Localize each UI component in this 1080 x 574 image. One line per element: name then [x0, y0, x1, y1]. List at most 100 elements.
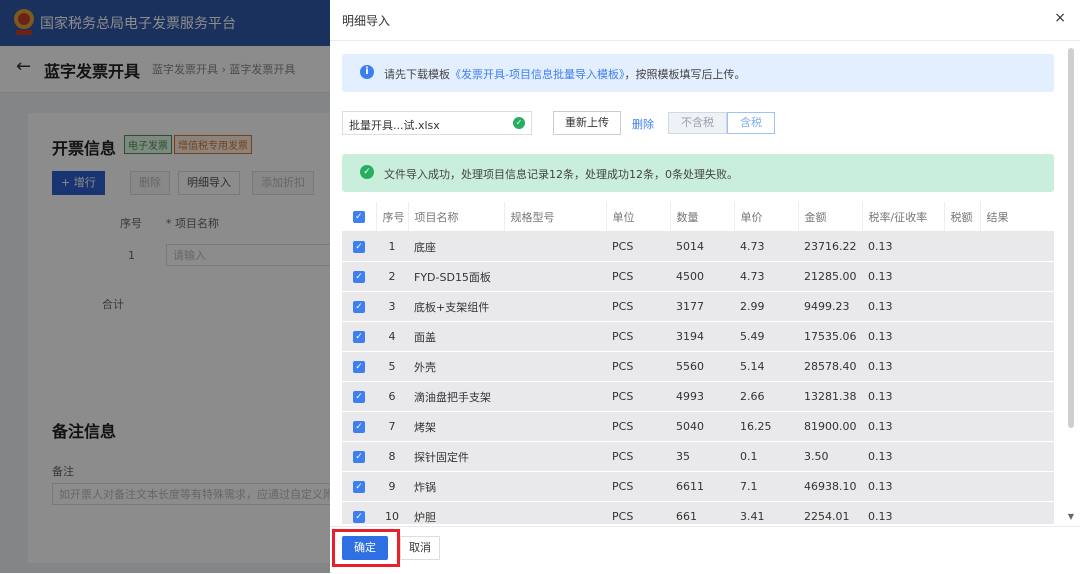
- row-checkbox[interactable]: ✓: [342, 291, 376, 322]
- cell-price: 3.41: [734, 501, 798, 524]
- tax-mode-toggle: 不含税 含税: [668, 112, 775, 134]
- confirm-button[interactable]: 确定: [342, 536, 388, 560]
- check-circle-icon: ✓: [513, 117, 525, 129]
- row-checkbox[interactable]: ✓: [342, 231, 376, 262]
- info-text: 请先下载模板《发票开具-项目信息批量导入模板》，按照模板填写后上传。: [384, 66, 745, 82]
- import-table: ✓ 序号 项目名称 规格型号 单位 数量 单价 金额 税率/征收率 税额 结果 …: [342, 202, 1054, 524]
- cell-price: 5.49: [734, 321, 798, 352]
- cell-amount: 17535.06: [798, 321, 862, 352]
- cell-rate: 0.13: [862, 231, 944, 262]
- cell-name: 炸锅: [408, 471, 504, 502]
- tax-excluded-option[interactable]: 不含税: [668, 112, 727, 134]
- cell-result: [980, 351, 1054, 382]
- cell-unit: PCS: [606, 351, 670, 382]
- cell-name: 探针固定件: [408, 441, 504, 472]
- row-checkbox[interactable]: ✓: [342, 261, 376, 292]
- table-row: ✓ 3 底板+支架组件 PCS 3177 2.99 9499.23 0.13: [342, 291, 1054, 322]
- cell-spec: [504, 231, 606, 262]
- reupload-button[interactable]: 重新上传: [553, 111, 621, 135]
- header-rate: 税率/征收率: [862, 202, 945, 232]
- row-checkbox[interactable]: ✓: [342, 501, 376, 524]
- scroll-down-icon[interactable]: ▼: [1066, 512, 1076, 521]
- cell-rate: 0.13: [862, 351, 944, 382]
- cell-result: [980, 261, 1054, 292]
- cell-price: 7.1: [734, 471, 798, 502]
- row-checkbox[interactable]: ✓: [342, 351, 376, 382]
- table-row: ✓ 5 外壳 PCS 5560 5.14 28578.40 0.13: [342, 351, 1054, 382]
- cell-tax: [944, 351, 980, 382]
- cell-qty: 5040: [670, 411, 734, 442]
- cell-result: [980, 291, 1054, 322]
- cell-rate: 0.13: [862, 291, 944, 322]
- cell-tax: [944, 411, 980, 442]
- cell-spec: [504, 411, 606, 442]
- cell-rate: 0.13: [862, 471, 944, 502]
- cell-name: 面盖: [408, 321, 504, 352]
- drawer-scrollbar[interactable]: ▼: [1066, 48, 1076, 524]
- scrollbar-thumb[interactable]: [1068, 48, 1074, 428]
- row-checkbox[interactable]: ✓: [342, 411, 376, 442]
- cell-no: 6: [376, 381, 408, 412]
- cell-unit: PCS: [606, 441, 670, 472]
- delete-file-link[interactable]: 删除: [632, 116, 654, 132]
- select-all-checkbox[interactable]: ✓: [342, 202, 377, 232]
- cell-spec: [504, 501, 606, 524]
- drawer-footer: 确定 取消: [330, 526, 1080, 574]
- row-checkbox[interactable]: ✓: [342, 441, 376, 472]
- cell-amount: 3.50: [798, 441, 862, 472]
- template-download-link[interactable]: 《发票开具-项目信息批量导入模板》: [450, 68, 624, 81]
- checkbox-checked-icon: ✓: [353, 241, 365, 253]
- row-checkbox[interactable]: ✓: [342, 381, 376, 412]
- close-icon[interactable]: ×: [1054, 10, 1066, 26]
- cell-unit: PCS: [606, 471, 670, 502]
- header-item-name: 项目名称: [408, 202, 505, 232]
- cell-unit: PCS: [606, 231, 670, 262]
- row-checkbox[interactable]: ✓: [342, 471, 376, 502]
- cell-no: 5: [376, 351, 408, 382]
- checkbox-checked-icon: ✓: [353, 391, 365, 403]
- cell-no: 10: [376, 501, 408, 524]
- cell-spec: [504, 291, 606, 322]
- cell-price: 5.14: [734, 351, 798, 382]
- cell-qty: 6611: [670, 471, 734, 502]
- table-row: ✓ 6 滴油盘把手支架 PCS 4993 2.66 13281.38 0.13: [342, 381, 1054, 412]
- cell-price: 2.99: [734, 291, 798, 322]
- cell-tax: [944, 501, 980, 524]
- tax-included-option[interactable]: 含税: [727, 112, 775, 134]
- info-prefix: 请先下载模板: [384, 68, 450, 81]
- cell-amount: 23716.22: [798, 231, 862, 262]
- cell-rate: 0.13: [862, 321, 944, 352]
- cancel-button[interactable]: 取消: [400, 536, 440, 560]
- cell-no: 8: [376, 441, 408, 472]
- checkbox-checked-icon: ✓: [353, 301, 365, 313]
- cell-name: 底板+支架组件: [408, 291, 504, 322]
- cell-result: [980, 441, 1054, 472]
- cell-amount: 28578.40: [798, 351, 862, 382]
- info-icon: i: [360, 65, 374, 79]
- cell-qty: 5560: [670, 351, 734, 382]
- modal-mask[interactable]: [0, 0, 330, 573]
- cell-tax: [944, 441, 980, 472]
- cell-no: 9: [376, 471, 408, 502]
- cell-tax: [944, 261, 980, 292]
- cell-qty: 3177: [670, 291, 734, 322]
- cell-result: [980, 321, 1054, 352]
- cell-tax: [944, 321, 980, 352]
- table-row: ✓ 9 炸锅 PCS 6611 7.1 46938.10 0.13: [342, 471, 1054, 502]
- table-row: ✓ 10 炉胆 PCS 661 3.41 2254.01 0.13: [342, 501, 1054, 524]
- cell-rate: 0.13: [862, 261, 944, 292]
- cell-spec: [504, 261, 606, 292]
- checkbox-checked-icon: ✓: [353, 361, 365, 373]
- row-checkbox[interactable]: ✓: [342, 321, 376, 352]
- cell-qty: 35: [670, 441, 734, 472]
- cell-unit: PCS: [606, 501, 670, 524]
- cell-no: 7: [376, 411, 408, 442]
- cell-name: 外壳: [408, 351, 504, 382]
- checkbox-checked-icon: ✓: [353, 271, 365, 283]
- cell-name: 烤架: [408, 411, 504, 442]
- import-success-alert: ✓ 文件导入成功，处理项目信息记录12条，处理成功12条，0条处理失败。: [342, 154, 1054, 192]
- success-text: 文件导入成功，处理项目信息记录12条，处理成功12条，0条处理失败。: [384, 168, 738, 181]
- cell-amount: 81900.00: [798, 411, 862, 442]
- detail-import-drawer: 明细导入 × i 请先下载模板《发票开具-项目信息批量导入模板》，按照模板填写后…: [330, 0, 1080, 574]
- file-name: 批量开具...试.xlsx: [349, 119, 440, 132]
